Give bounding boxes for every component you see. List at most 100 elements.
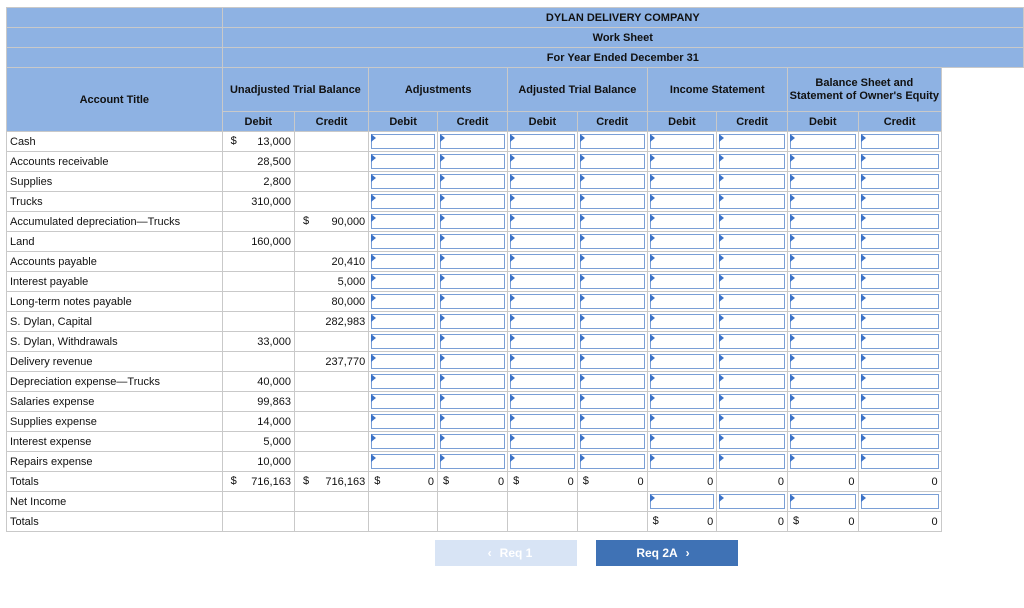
balance-credit-input-field[interactable] [860,234,939,249]
adjusted-debit-input-field[interactable] [510,254,575,269]
balance-debit-input-field[interactable] [789,414,856,429]
balance-credit-input[interactable] [857,151,942,172]
adjusted-debit-input[interactable] [507,271,578,292]
income-debit-input[interactable] [646,371,718,392]
income-debit-input-field[interactable] [649,174,715,189]
adjusted-debit-input[interactable] [507,291,578,312]
adjusted-credit-input[interactable] [576,391,648,412]
adjusted-credit-input-field[interactable] [579,254,645,269]
income-debit-input[interactable] [646,411,718,432]
income-debit-input-field[interactable] [649,194,715,209]
balance-debit-input[interactable] [786,391,859,412]
adjusted-debit-input-field[interactable] [510,454,575,469]
adjusted-debit-input[interactable] [507,391,578,412]
adjustments-credit-input-field[interactable] [440,334,506,349]
balance-debit-input-field[interactable] [789,254,856,269]
income-debit-input-field[interactable] [649,154,715,169]
income-debit-input-field[interactable] [649,454,715,469]
adjusted-debit-input-field[interactable] [510,334,575,349]
net-income-input-field[interactable] [719,494,785,509]
adjustments-credit-input[interactable] [437,231,509,252]
balance-debit-input[interactable] [786,291,859,312]
income-debit-input[interactable] [646,211,718,232]
net-income-input[interactable] [786,491,859,512]
income-credit-input-field[interactable] [719,274,785,289]
adjustments-debit-input[interactable] [368,271,439,292]
adjustments-credit-input-field[interactable] [440,254,506,269]
adjustments-debit-input[interactable] [368,251,439,272]
adjustments-debit-input[interactable] [368,331,439,352]
balance-credit-input[interactable] [857,331,942,352]
adjustments-debit-input-field[interactable] [371,174,436,189]
adjustments-debit-input-field[interactable] [371,394,436,409]
balance-credit-input-field[interactable] [860,394,939,409]
income-debit-input-field[interactable] [649,354,715,369]
adjusted-debit-input-field[interactable] [510,234,575,249]
adjustments-credit-input[interactable] [437,331,509,352]
income-debit-input[interactable] [646,271,718,292]
adjusted-debit-input-field[interactable] [510,294,575,309]
income-credit-input-field[interactable] [719,414,785,429]
adjustments-debit-input-field[interactable] [371,214,436,229]
balance-credit-input[interactable] [857,271,942,292]
adjusted-credit-input-field[interactable] [579,354,645,369]
balance-debit-input[interactable] [786,191,859,212]
balance-credit-input-field[interactable] [860,354,939,369]
adjustments-debit-input-field[interactable] [371,374,436,389]
net-income-input[interactable] [857,491,942,512]
balance-debit-input[interactable] [786,451,859,472]
adjustments-debit-input-field[interactable] [371,234,436,249]
balance-credit-input-field[interactable] [860,374,939,389]
balance-debit-input[interactable] [786,411,859,432]
net-income-input-field[interactable] [789,494,856,509]
balance-debit-input-field[interactable] [789,214,856,229]
adjustments-credit-input-field[interactable] [440,394,506,409]
balance-credit-input[interactable] [857,211,942,232]
income-debit-input[interactable] [646,351,718,372]
adjusted-debit-input[interactable] [507,451,578,472]
balance-debit-input[interactable] [786,151,859,172]
adjusted-credit-input[interactable] [576,451,648,472]
adjustments-debit-input-field[interactable] [371,434,436,449]
adjusted-credit-input-field[interactable] [579,454,645,469]
net-income-input-field[interactable] [860,494,939,509]
adjusted-credit-input-field[interactable] [579,134,645,149]
balance-credit-input-field[interactable] [860,194,939,209]
adjustments-credit-input-field[interactable] [440,214,506,229]
balance-debit-input-field[interactable] [789,434,856,449]
adjustments-debit-input[interactable] [368,351,439,372]
adjusted-credit-input[interactable] [576,291,648,312]
balance-debit-input-field[interactable] [789,314,856,329]
adjusted-debit-input[interactable] [507,151,578,172]
next-req-button[interactable]: Req 2A › [596,540,738,566]
adjusted-credit-input-field[interactable] [579,214,645,229]
adjusted-credit-input-field[interactable] [579,394,645,409]
balance-debit-input-field[interactable] [789,294,856,309]
adjustments-debit-input[interactable] [368,311,439,332]
adjustments-debit-input[interactable] [368,151,439,172]
balance-debit-input-field[interactable] [789,134,856,149]
income-debit-input[interactable] [646,151,718,172]
balance-credit-input[interactable] [857,391,942,412]
income-debit-input[interactable] [646,331,718,352]
balance-credit-input-field[interactable] [860,314,939,329]
adjusted-debit-input[interactable] [507,171,578,192]
balance-credit-input-field[interactable] [860,414,939,429]
balance-credit-input-field[interactable] [860,454,939,469]
income-debit-input-field[interactable] [649,134,715,149]
adjusted-credit-input[interactable] [576,411,648,432]
balance-credit-input[interactable] [857,451,942,472]
income-credit-input[interactable] [716,331,788,352]
balance-credit-input-field[interactable] [860,274,939,289]
balance-debit-input[interactable] [786,431,859,452]
adjusted-credit-input[interactable] [576,351,648,372]
income-credit-input[interactable] [716,311,788,332]
adjusted-credit-input-field[interactable] [579,374,645,389]
adjustments-credit-input[interactable] [437,191,509,212]
adjustments-debit-input[interactable] [368,131,439,152]
adjustments-debit-input[interactable] [368,291,439,312]
adjusted-debit-input[interactable] [507,251,578,272]
adjusted-credit-input-field[interactable] [579,274,645,289]
adjustments-credit-input[interactable] [437,271,509,292]
adjusted-debit-input[interactable] [507,431,578,452]
